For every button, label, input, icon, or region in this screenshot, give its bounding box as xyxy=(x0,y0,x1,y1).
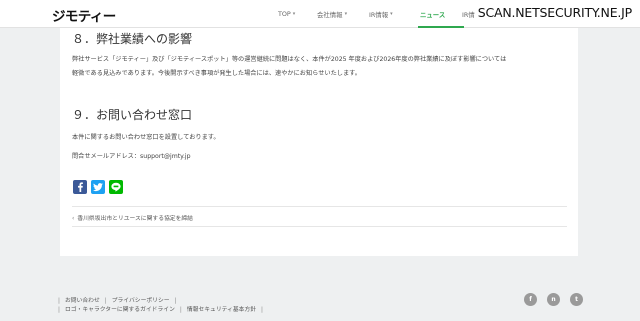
nav-item-news[interactable]: ニュース xyxy=(418,0,464,28)
section-8-heading: ８．弊社業績への影響 xyxy=(72,32,193,46)
footer-links-row-2: | ロゴ・キャラクターに関するガイドライン | 情報セキュリティ基本方針 | xyxy=(58,304,268,313)
nav-item-ir-info[interactable]: IR情 xyxy=(462,0,475,28)
footer-twitter-link[interactable]: t xyxy=(570,293,583,306)
divider xyxy=(72,226,567,227)
nav-item-ir[interactable]: IR情報 ▾ xyxy=(369,0,420,28)
footer-link-security-policy[interactable]: 情報セキュリティ基本方針 xyxy=(187,307,256,313)
nav-item-label: IR情報 xyxy=(369,10,389,19)
facebook-share-button[interactable] xyxy=(73,180,87,194)
facebook-icon xyxy=(78,182,83,192)
footer-separator: | xyxy=(261,307,263,313)
note-icon: n xyxy=(551,296,556,303)
footer-note-link[interactable]: n xyxy=(547,293,560,306)
footer-links-row-1: | お問い合わせ | プライバシーポリシー | xyxy=(58,295,182,304)
jimoty-logo[interactable]: ジモティー xyxy=(52,5,116,25)
site-watermark: SCAN.NETSECURITY.NE.JP xyxy=(477,5,632,20)
previous-article-title: 香川県坂出市とリユースに関する協定を締結 xyxy=(77,216,193,222)
nav-item-company[interactable]: 会社情報 ▾ xyxy=(317,0,369,28)
footer-separator: | xyxy=(58,307,60,313)
divider xyxy=(72,206,567,207)
site-header: ジモティー TOP ▾ 会社情報 ▾ IR情報 ▾ ニュース IR情 SCAN.… xyxy=(0,0,640,28)
footer-facebook-link[interactable]: f xyxy=(524,293,537,306)
section-9-heading: ９．お問い合わせ窓口 xyxy=(72,108,193,122)
section-8-text-line-1: 弊社サービス「ジモティー」及び「ジモティースポット」等の運営継続に問題はなく、本… xyxy=(72,56,507,63)
main-nav: TOP ▾ 会社情報 ▾ IR情報 ▾ ニュース IR情 xyxy=(278,0,475,28)
nav-item-label: TOP xyxy=(278,10,291,18)
nav-item-top[interactable]: TOP ▾ xyxy=(278,0,317,28)
contact-email: 問合せメールアドレス：support@jmty.jp xyxy=(72,153,191,160)
twitter-icon: t xyxy=(575,296,578,303)
line-share-button[interactable] xyxy=(109,180,123,194)
footer-separator: | xyxy=(179,307,182,313)
nav-item-label: IR情 xyxy=(462,10,475,19)
chevron-left-icon: ‹ xyxy=(72,216,75,222)
chevron-down-icon: ▾ xyxy=(292,11,296,17)
section-8-text-line-2: 軽微である見込みであります。今後開示すべき事項が発生した場合には、速やかにお知ら… xyxy=(72,70,361,77)
twitter-icon xyxy=(93,182,103,191)
nav-item-label: 会社情報 xyxy=(317,10,343,19)
twitter-share-button[interactable] xyxy=(91,180,105,194)
line-icon xyxy=(111,182,121,192)
section-9-text-line-1: 本件に関するお問い合わせ窓口を設置しております。 xyxy=(72,134,220,141)
footer-link-logo-guidelines[interactable]: ロゴ・キャラクターに関するガイドライン xyxy=(65,307,175,313)
chevron-down-icon: ▾ xyxy=(390,11,393,17)
previous-article-link[interactable]: ‹ 香川県坂出市とリユースに関する協定を締結 xyxy=(72,213,193,222)
facebook-icon: f xyxy=(529,296,532,303)
nav-item-label: ニュース xyxy=(420,10,446,19)
chevron-down-icon: ▾ xyxy=(344,11,348,17)
